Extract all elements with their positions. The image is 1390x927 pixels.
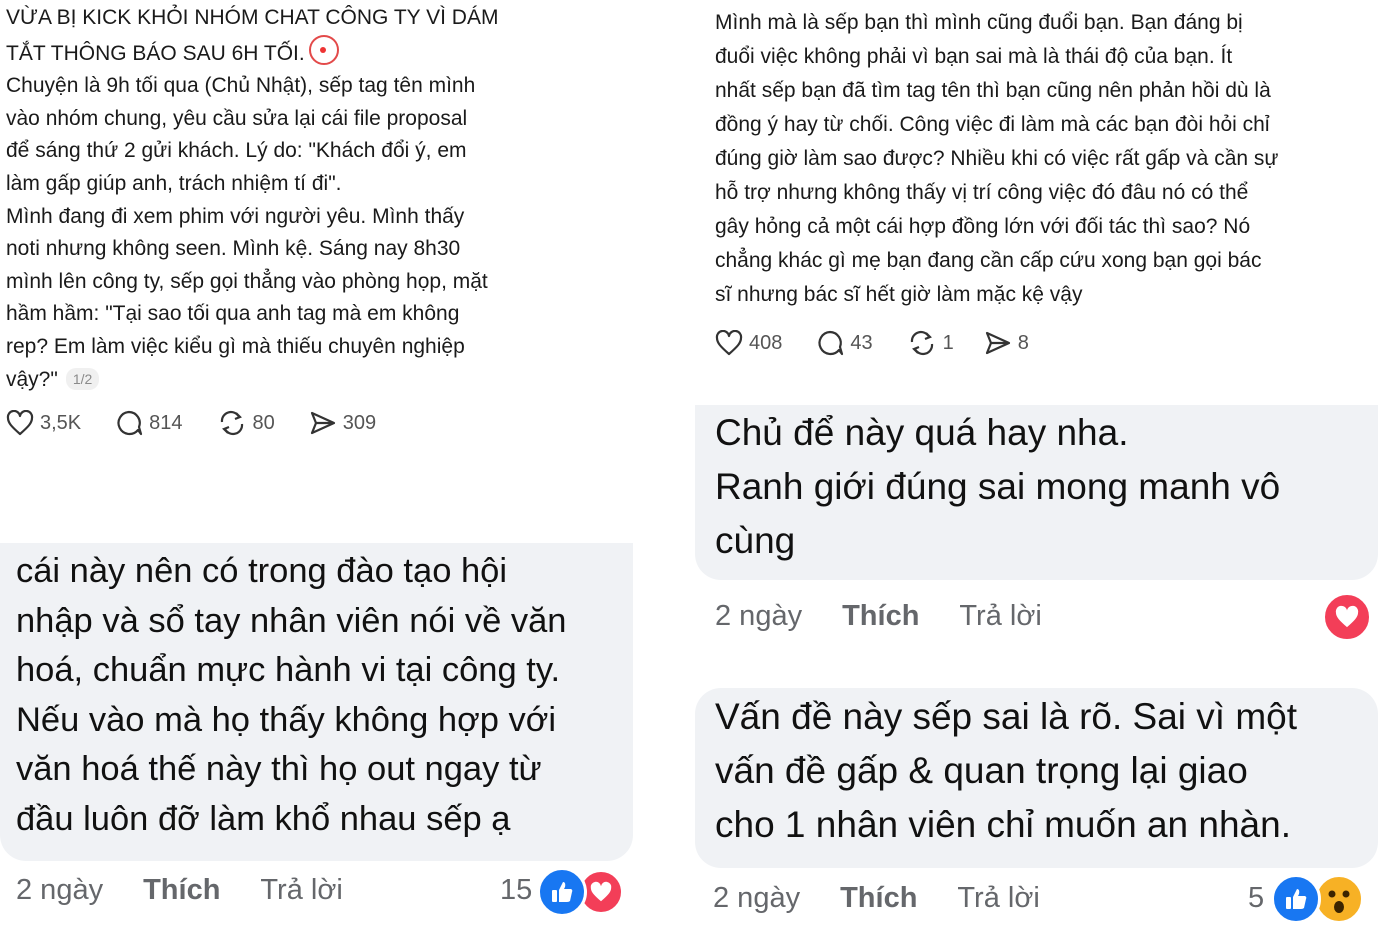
like-comment-button[interactable]: Thích	[842, 600, 919, 633]
share-button[interactable]: 8	[984, 330, 1029, 356]
left-post-title-text: TẮT THÔNG BÁO SAU 6H TỐI.	[6, 41, 305, 65]
right-post-line: sĩ nhưng bác sĩ hết giờ làm mặc kệ vậy	[715, 283, 1083, 306]
share-count: 309	[342, 411, 377, 434]
reaction-count: 5	[1248, 882, 1265, 914]
left-post-para2-line: hầm hầm: "Tại sao tối qua anh tag mà em …	[6, 302, 460, 326]
share-count: 8	[1017, 331, 1029, 354]
reply-button[interactable]: Trả lời	[260, 874, 342, 907]
right-post-line: chẳng khác gì mẹ bạn đang cần cấp cứu xo…	[715, 249, 1262, 272]
repost-button[interactable]: 1	[907, 330, 954, 356]
comment-actions-left: 2 ngày Thích Trả lời	[16, 874, 343, 907]
comment-line: Vấn đề này sếp sai là rõ. Sai vì một	[715, 696, 1298, 737]
comment-line: Ranh giới đúng sai mong manh vô	[715, 466, 1281, 507]
thumbs-up-reaction-icon	[537, 867, 587, 917]
send-icon	[310, 411, 335, 435]
wow-reaction-icon	[1314, 874, 1364, 924]
left-post-para2-line: noti nhưng không seen. Mình kệ. Sáng nay…	[6, 237, 461, 261]
thumbs-up-reaction-icon	[1271, 874, 1321, 924]
comment-count: 814	[149, 411, 183, 434]
left-post-para1-line: vào nhóm chung, yêu cầu sửa lại cái file…	[6, 106, 468, 130]
comment-actions-right-top: 2 ngày Thích Trả lời	[715, 600, 1042, 633]
comment-bubble-right-top: Chủ để này quá hay nha. Ranh giới đúng s…	[695, 405, 1378, 580]
right-post-line: đúng giờ làm sao được? Nhiều khi có việc…	[715, 147, 1279, 170]
left-post-para2-line: mình lên công ty, sếp gọi thẳng vào phòn…	[6, 269, 488, 293]
comment-line: nhập và sổ tay nhân viên nói về văn	[16, 601, 567, 640]
heart-reaction-icon	[1322, 592, 1372, 642]
like-count: 408	[749, 331, 783, 354]
comment-bubble-right-bottom: Vấn đề này sếp sai là rõ. Sai vì một vấn…	[695, 688, 1378, 868]
left-post-para2-last-text: vậy?"	[6, 367, 58, 391]
right-post-line: đuổi việc không phải vì bạn sai mà là th…	[715, 45, 1233, 68]
reply-button[interactable]: Trả lời	[957, 882, 1039, 915]
like-comment-button[interactable]: Thích	[840, 882, 917, 915]
like-button[interactable]: 408	[715, 330, 782, 356]
comment-line: vấn đề gấp & quan trọng lại giao	[715, 750, 1248, 791]
right-post-line: nhất sếp bạn đã tìm tag tên thì bạn cũng…	[715, 79, 1271, 102]
comment-button[interactable]: 814	[115, 410, 183, 436]
repost-count: 80	[252, 411, 275, 434]
comment-line: Nếu vào mà họ thấy không hợp với	[16, 700, 557, 739]
comment-line: cùng	[715, 520, 796, 561]
right-post-line: đồng ý hay từ chối. Công việc đi làm mà …	[715, 113, 1270, 136]
comment-timestamp: 2 ngày	[715, 600, 803, 632]
left-post-para2-line: Mình đang đi xem phim với người yêu. Mìn…	[6, 204, 465, 228]
like-comment-button[interactable]: Thích	[143, 874, 220, 907]
like-count: 3,5K	[40, 411, 82, 434]
speech-bubble-icon	[818, 330, 844, 356]
heart-outline-icon	[6, 410, 34, 436]
reply-button[interactable]: Trả lời	[959, 600, 1041, 633]
comment-line: đầu luôn đỡ làm khổ nhau sếp ạ	[16, 799, 511, 838]
right-post-line: hỗ trợ nhưng không thấy vị trí công việc…	[715, 181, 1249, 204]
left-post-stats: 3,5K 814 80 309	[6, 410, 410, 436]
page-indicator-badge[interactable]: 1/2	[65, 367, 100, 390]
comment-button[interactable]: 43	[816, 330, 873, 356]
left-post-para2-line: rep? Em làm việc kiểu gì mà thiếu chuyên…	[6, 334, 465, 358]
left-post-title-line-1: VỪA BỊ KICK KHỎI NHÓM CHAT CÔNG TY VÌ DÁ…	[6, 6, 499, 29]
speech-bubble-icon	[117, 410, 143, 436]
left-post: VỪA BỊ KICK KHỎI NHÓM CHAT CÔNG TY VÌ DÁ…	[6, 2, 586, 396]
like-button[interactable]: 3,5K	[6, 410, 81, 436]
right-post-line: Mình mà là sếp bạn thì mình cũng đuổi bạ…	[715, 11, 1243, 34]
comment-timestamp: 2 ngày	[16, 874, 104, 906]
comment-timestamp: 2 ngày	[713, 882, 801, 914]
left-post-para1-line: Chuyện là 9h tối qua (Chủ Nhật), sếp tag…	[6, 74, 476, 98]
comment-line: văn hoá thế này thì họ out ngay từ	[16, 750, 542, 788]
reaction-count: 15	[500, 874, 533, 906]
right-post-line: gây hỏng cả một cái hợp đồng lớn với đối…	[715, 215, 1251, 238]
comment-bubble-left: cái này nên có trong đào tạo hội nhập và…	[0, 543, 633, 861]
repost-arrows-icon	[220, 410, 243, 436]
repost-button[interactable]: 80	[217, 410, 275, 436]
repost-count: 1	[942, 331, 954, 354]
right-post-text: Mình mà là sếp bạn thì mình cũng đuổi bạ…	[715, 6, 1385, 312]
comment-line: Chủ để này quá hay nha.	[715, 412, 1129, 453]
comment-count: 43	[850, 331, 873, 354]
left-post-para1-line: để sáng thứ 2 gửi khách. Lý do: "Khách đ…	[6, 139, 467, 163]
comment-line: hoá, chuẩn mực hành vi tại công ty.	[16, 651, 561, 689]
right-post: Mình mà là sếp bạn thì mình cũng đuổi bạ…	[715, 6, 1385, 312]
left-post-title-line-2: TẮT THÔNG BÁO SAU 6H TỐI.	[6, 34, 586, 71]
repost-arrows-icon	[910, 330, 933, 356]
left-post-para2-last-line: vậy?" 1/2	[6, 364, 586, 397]
right-post-stats: 408 43 1 8	[715, 330, 1063, 356]
comment-line: cái này nên có trong đào tạo hội	[16, 552, 508, 590]
send-icon	[985, 331, 1010, 355]
left-post-text: VỪA BỊ KICK KHỎI NHÓM CHAT CÔNG TY VÌ DÁ…	[6, 2, 586, 396]
left-post-para1-line: làm gấp giúp anh, trách nhiệm tí đi".	[6, 171, 342, 195]
heart-outline-icon	[715, 330, 743, 356]
clown-emoji-icon	[308, 34, 339, 65]
share-button[interactable]: 309	[309, 410, 376, 436]
comment-actions-right-bottom: 2 ngày Thích Trả lời	[713, 882, 1040, 915]
comment-line: cho 1 nhân viên chỉ muốn an nhàn.	[715, 804, 1291, 845]
